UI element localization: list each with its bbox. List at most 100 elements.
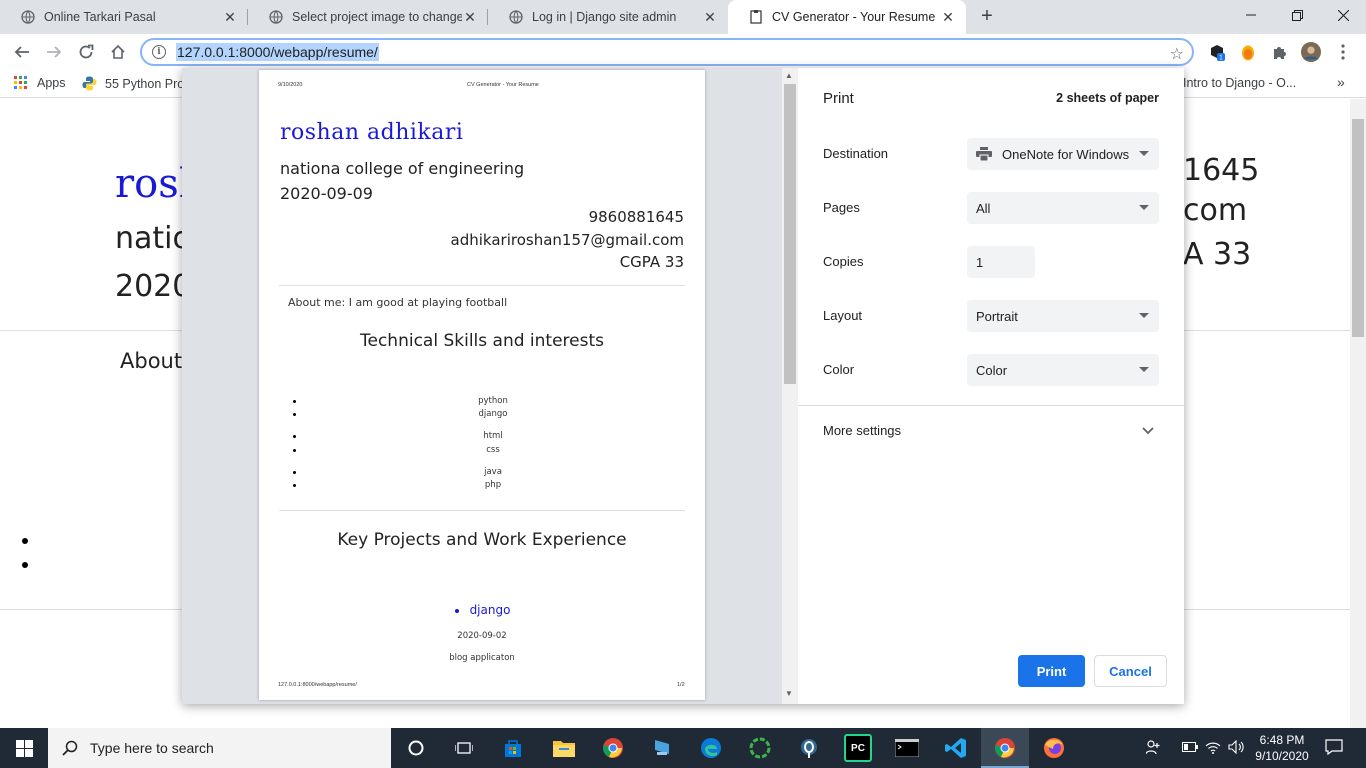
new-tab-button[interactable]: + [976,5,998,27]
color-value: Color [976,362,1008,378]
forward-button[interactable] [40,38,68,66]
chevron-down-icon [1139,367,1149,372]
battery-icon[interactable] [1182,740,1198,755]
page-scrollbar[interactable] [1350,99,1366,729]
bookmark-label: Intro to Django - O... [1183,76,1297,90]
taskbar-search[interactable]: Type here to search [48,728,391,768]
preview-footer-url: 127.0.0.1:8000/webapp/resume/ [278,682,357,688]
circular-app-icon[interactable] [746,734,774,762]
preview-page: 9/10/2020 CV Generator - Your Resume ros… [259,70,705,700]
copies-input[interactable]: 1 [967,246,1035,278]
preview-phone: 9860881645 [588,208,684,226]
store-icon[interactable] [499,734,527,762]
scroll-down-icon[interactable]: ▼ [785,689,793,698]
preview-scrollbar[interactable]: ▲ ▼ [782,68,798,704]
document-icon [748,9,764,25]
tab-title: Log in | Django site admin [532,10,677,24]
divider [798,405,1184,406]
clock-date: 9/10/2020 [1255,749,1309,763]
bookmark-intro-django[interactable]: Intro to Django - O... [1183,76,1296,90]
close-icon[interactable]: ✕ [702,9,718,26]
copies-value: 1 [976,254,984,270]
layout-label: Layout [823,308,863,323]
cancel-button[interactable]: Cancel [1094,655,1167,687]
print-button[interactable]: Print [1018,655,1085,687]
tab-select-project-image[interactable]: Select project image to change | ✕ [248,0,488,34]
close-icon[interactable]: ✕ [940,9,956,26]
tab-django-admin[interactable]: Log in | Django site admin ✕ [488,0,728,34]
taskbar-clock[interactable]: 6:48 PM 9/10/2020 [1250,732,1314,764]
bookmark-apps[interactable]: Apps [14,76,66,90]
task-view-icon[interactable] [450,734,478,762]
bookmark-star-icon[interactable]: ☆ [1170,44,1184,64]
scrollbar-thumb[interactable] [784,84,796,384]
minimize-button[interactable] [1228,0,1274,30]
tab-title: Select project image to change | [292,10,462,24]
wifi-icon[interactable] [1205,740,1221,757]
bookmark-label: 55 Python Proj [105,76,187,91]
reload-button[interactable] [72,38,100,66]
url-text[interactable]: 127.0.0.1:8000/webapp/resume/ [176,43,379,61]
notification-icon[interactable] [1325,739,1343,758]
close-icon[interactable]: ✕ [222,9,238,26]
tab-cv-generator[interactable]: CV Generator - Your Resume ✕ [728,0,966,34]
pages-label: Pages [823,200,860,215]
preview-cgpa: CGPA 33 [619,253,684,271]
firefox-icon[interactable] [1040,734,1068,762]
preview-name: roshan adhikari [280,120,464,145]
bookmark-python[interactable]: 55 Python Proj [82,76,187,91]
chevron-down-icon[interactable] [1142,424,1154,438]
close-icon[interactable]: ✕ [462,9,478,26]
globe-icon [508,9,524,25]
vscode-icon[interactable] [942,734,970,762]
pages-select[interactable]: All [967,192,1159,224]
file-explorer-icon[interactable] [550,734,578,762]
preview-skills-heading: Technical Skills and interests [360,331,604,351]
scroll-up-icon[interactable]: ▲ [785,71,793,80]
windows-taskbar: Type here to search PC 6:48 PM 9/10/2020 [0,728,1366,768]
people-icon[interactable] [1145,740,1160,757]
scrollbar-thumb[interactable] [1352,119,1364,337]
resume-cgpa: A 33 [1183,237,1252,272]
close-window-button[interactable] [1320,0,1366,30]
address-bar[interactable]: i 127.0.0.1:8000/webapp/resume/ ☆ [140,38,1194,66]
layout-select[interactable]: Portrait [967,300,1159,332]
extension-egg-icon[interactable] [1238,42,1258,62]
chevron-down-icon [1139,205,1149,210]
resume-college: natio [115,221,191,256]
list-bullet [22,538,28,544]
home-button[interactable] [104,38,132,66]
print-settings-panel: Print 2 sheets of paper Destination OneN… [798,68,1184,704]
start-button[interactable] [0,728,48,768]
pycharm-icon[interactable]: PC [844,734,872,762]
back-button[interactable] [8,38,36,66]
color-select[interactable]: Color [967,354,1159,386]
postgresql-icon[interactable] [795,734,823,762]
site-info-icon[interactable]: i [152,45,166,59]
extension-cube-icon[interactable]: 1 [1207,42,1227,62]
pc-monitor-icon[interactable] [648,734,676,762]
resume-email: com [1183,193,1248,228]
destination-select[interactable]: OneNote for Windows [967,138,1159,170]
list-bullet [22,562,28,568]
avatar[interactable] [1301,42,1321,62]
chrome-icon[interactable] [991,734,1019,762]
chrome-icon[interactable] [599,734,627,762]
destination-value: OneNote for Windows [1002,146,1130,162]
edge-icon[interactable] [697,734,725,762]
volume-icon[interactable] [1228,739,1244,757]
bookmark-label: Apps [37,76,66,90]
menu-dots-icon[interactable] [1333,42,1353,62]
resume-date: 2020 [115,269,192,304]
cortana-icon[interactable] [402,734,430,762]
python-icon [82,76,97,91]
extensions-puzzle-icon[interactable] [1270,42,1290,62]
tab-online-tarkari[interactable]: Online Tarkari Pasal ✕ [0,0,248,34]
tab-title: Online Tarkari Pasal [44,10,156,24]
more-settings-toggle[interactable]: More settings [823,423,901,438]
restore-button[interactable] [1274,0,1320,30]
search-icon [62,740,78,756]
terminal-icon[interactable] [893,734,921,762]
bookmarks-overflow-button[interactable]: » [1337,74,1345,90]
preview-date: 2020-09-09 [280,184,373,203]
